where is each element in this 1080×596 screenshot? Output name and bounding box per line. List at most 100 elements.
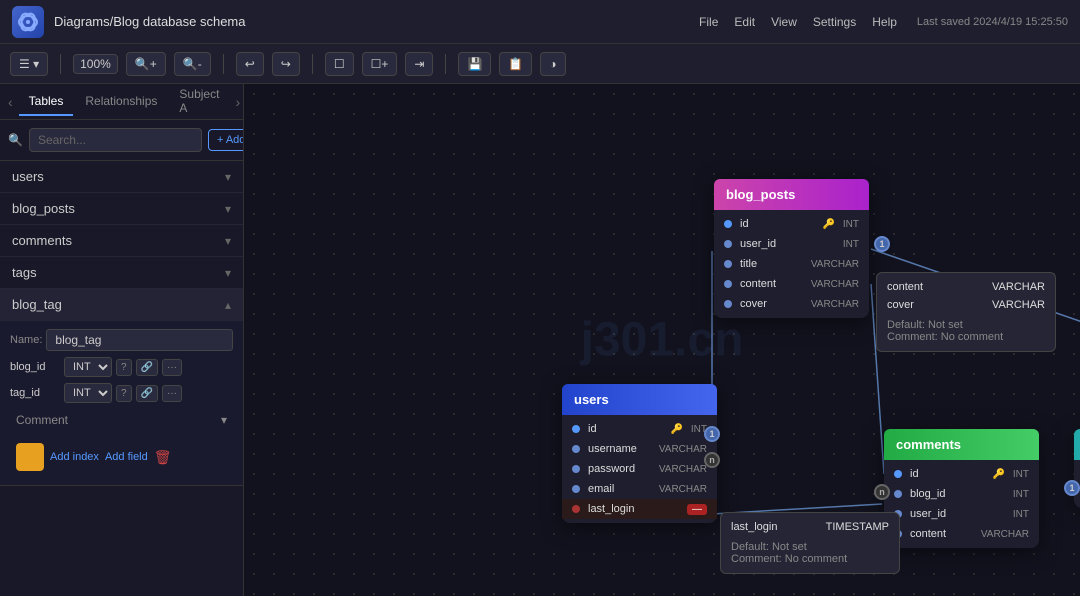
sidebar-item-tags[interactable]: tags ▾ <box>0 257 243 289</box>
table-body-blog-posts: id 🔑 INT user_id INT title VARCHAR conte… <box>714 210 869 318</box>
table-row: username VARCHAR <box>562 439 717 459</box>
tab-subject[interactable]: Subject A <box>169 84 229 123</box>
zoom-out-btn[interactable]: 🔍- <box>174 52 211 76</box>
field-type: INT <box>1013 469 1029 480</box>
field-name: username <box>588 443 651 455</box>
blog-tag-expanded-section: Name: blog_tag blog_id INT ? 🔗 ··· tag_i… <box>0 321 243 486</box>
add-node-btn[interactable]: ☐+ <box>362 52 398 76</box>
sidebar-item-users[interactable]: users ▾ <box>0 161 243 193</box>
sidebar-item-comments[interactable]: comments ▾ <box>0 225 243 257</box>
field-more-tag-id[interactable]: ··· <box>162 385 182 402</box>
table-card-comments[interactable]: comments id 🔑 INT blog_id INT user_id IN… <box>884 429 1039 548</box>
table-row: title VARCHAR <box>714 254 869 274</box>
menu-settings[interactable]: Settings <box>813 15 856 29</box>
table-row: user_id INT <box>884 504 1039 524</box>
field-dot <box>724 300 732 308</box>
table-expand-tags[interactable]: ▾ <box>225 266 231 280</box>
sidebar-tabs: ‹ Tables Relationships Subject A › <box>0 84 243 120</box>
table-card-blog-posts[interactable]: blog_posts id 🔑 INT user_id INT title VA… <box>714 179 869 318</box>
field-popover-cover: content VARCHAR cover VARCHAR Default: N… <box>876 272 1056 352</box>
select-btn[interactable]: ☐ <box>325 52 354 76</box>
diagram-canvas[interactable]: blog_posts id 🔑 INT user_id INT title VA… <box>244 84 1080 596</box>
pop-comment-login: Comment: No comment <box>731 553 889 565</box>
field-key: 🔑 <box>670 424 682 435</box>
toolbar-sep-4 <box>445 54 446 74</box>
field-name: id <box>910 468 984 480</box>
field-type: INT <box>1013 509 1029 520</box>
cardinality-n-users-blogtag: n <box>704 452 720 468</box>
table-row: cover VARCHAR <box>714 294 869 314</box>
export-btn[interactable]: 📋 <box>499 52 532 76</box>
field-dot <box>724 240 732 248</box>
add-table-button[interactable]: + Add table <box>208 129 244 151</box>
field-link-tag-id[interactable]: 🔗 <box>136 385 158 402</box>
add-field-button[interactable]: Add field <box>105 451 148 463</box>
field-name: cover <box>740 298 803 310</box>
search-input[interactable] <box>29 128 202 152</box>
search-icon: 🔍 <box>8 133 23 147</box>
tab-relationships[interactable]: Relationships <box>75 88 167 116</box>
table-card-users[interactable]: users id 🔑 INT username VARCHAR password… <box>562 384 717 523</box>
toolbar-sep-3 <box>312 54 313 74</box>
pop-type-last-login: TIMESTAMP <box>826 521 889 537</box>
pop-type-cover: VARCHAR <box>992 299 1045 315</box>
table-name-users: users <box>12 169 44 184</box>
delete-button[interactable]: 🗑 <box>154 449 172 466</box>
menu-help[interactable]: Help <box>872 15 897 29</box>
sidebar-prev-arrow[interactable]: ‹ <box>4 94 17 110</box>
table-expand-comments[interactable]: ▾ <box>225 234 231 248</box>
cardinality-1-blogposts: 1 <box>874 236 890 252</box>
zoom-in-btn[interactable]: 🔍+ <box>126 52 166 76</box>
blog-tag-name-value[interactable]: blog_tag <box>46 329 233 351</box>
field-name: content <box>910 528 973 540</box>
saved-label: Last saved 2024/4/19 15:25:50 <box>917 16 1068 28</box>
titlebar: Diagrams/Blog database schema File Edit … <box>0 0 1080 44</box>
theme-btn[interactable]: ◑ <box>540 52 565 76</box>
field-type: VARCHAR <box>659 464 707 475</box>
field-q-tag-id[interactable]: ? <box>116 385 132 402</box>
sidebar-item-blog-posts[interactable]: blog_posts ▾ <box>0 193 243 225</box>
field-q-blog-id[interactable]: ? <box>116 359 132 376</box>
sidebar-item-blog-tag[interactable]: blog_tag ▴ <box>0 289 243 321</box>
field-label-tag-id: tag_id <box>10 387 60 399</box>
table-list: users ▾ blog_posts ▾ comments ▾ tags ▾ b… <box>0 161 243 596</box>
redo-btn[interactable]: ↪ <box>272 52 300 76</box>
field-link-blog-id[interactable]: 🔗 <box>136 359 158 376</box>
cardinality-1-users-blogtag: 1 <box>704 426 720 442</box>
bottom-actions: Add index Add field 🗑 <box>8 437 235 477</box>
color-swatch[interactable] <box>16 443 44 471</box>
save-btn[interactable]: 💾 <box>458 52 491 76</box>
field-type: VARCHAR <box>811 299 859 310</box>
field-dot <box>572 465 580 473</box>
field-dot <box>572 485 580 493</box>
undo-btn[interactable]: ↩ <box>236 52 264 76</box>
table-name-blog-posts: blog_posts <box>12 201 75 216</box>
table-expand-blog-posts[interactable]: ▾ <box>225 202 231 216</box>
menu-view[interactable]: View <box>771 15 797 29</box>
comment-expand-icon[interactable]: ▾ <box>221 413 227 427</box>
popover-row-last-login: last_login TIMESTAMP <box>731 521 889 537</box>
tab-tables[interactable]: Tables <box>19 88 74 116</box>
field-key: 🔑 <box>822 219 834 230</box>
comment-label: Comment <box>16 413 68 427</box>
table-row: last_login — <box>562 499 717 519</box>
table-expand-users[interactable]: ▾ <box>225 170 231 184</box>
pop-label-content: content <box>887 281 923 293</box>
sidebar-next-arrow[interactable]: › <box>231 94 244 110</box>
table-row: password VARCHAR <box>562 459 717 479</box>
blog-tag-field-tag-id: tag_id INT ? 🔗 ··· <box>8 383 235 403</box>
table-card-tags[interactable]: tags id 🔑 INT name VARCHAR <box>1074 429 1080 508</box>
pop-label-cover: cover <box>887 299 914 311</box>
field-type-tag-id[interactable]: INT <box>64 383 112 403</box>
menu-file[interactable]: File <box>699 15 718 29</box>
field-type-blog-id[interactable]: INT <box>64 357 112 377</box>
layout-toggle-btn[interactable]: ☰ ▾ <box>10 52 48 76</box>
table-expand-blog-tag[interactable]: ▴ <box>225 298 231 312</box>
menu-edit[interactable]: Edit <box>734 15 755 29</box>
connect-btn[interactable]: ⇥ <box>405 52 433 76</box>
field-more-blog-id[interactable]: ··· <box>162 359 182 376</box>
add-index-button[interactable]: Add index <box>50 451 99 463</box>
field-type: INT <box>843 239 859 250</box>
cardinality-1-comments: 1 <box>1064 480 1080 496</box>
field-name: id <box>588 423 662 435</box>
